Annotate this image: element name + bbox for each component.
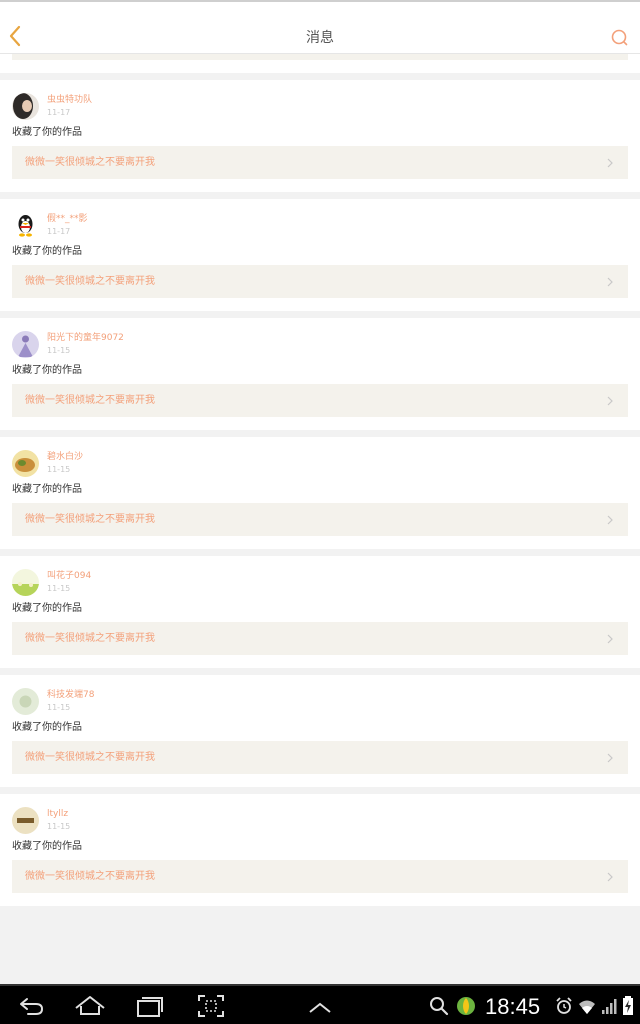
search-button[interactable] xyxy=(610,28,630,48)
screenshot-icon xyxy=(198,995,224,1017)
notification-action-text: 收藏了你的作品 xyxy=(12,603,82,614)
notification-card: ltyllz 11-15 收藏了你的作品微微一笑很倾城之不要离开我 xyxy=(0,794,640,906)
work-title: 微微一笑很倾城之不要离开我 xyxy=(25,395,155,406)
notification-card: 科技发端78 11-15 收藏了你的作品微微一笑很倾城之不要离开我 xyxy=(0,675,640,787)
work-link[interactable]: 微微一笑很倾城之不要离开我 xyxy=(12,503,628,536)
chevron-up-icon xyxy=(309,1002,331,1013)
chevron-right-icon xyxy=(607,872,613,882)
username-link[interactable]: 虫虫特功队 xyxy=(47,94,92,106)
work-link[interactable]: 微微一笑很倾城之不要离开我 xyxy=(12,622,628,655)
work-link[interactable]: 微微一笑很倾城之不要离开我 xyxy=(12,146,628,179)
avatar[interactable] xyxy=(12,569,39,596)
system-menu-up-button[interactable] xyxy=(306,992,334,1020)
avatar[interactable] xyxy=(12,450,39,477)
username-link[interactable]: 阳光下的童年9072 xyxy=(47,332,124,344)
avatar[interactable] xyxy=(12,93,39,120)
search-icon xyxy=(611,29,628,46)
notification-card: 叫花子094 11-15 收藏了你的作品微微一笑很倾城之不要离开我 xyxy=(0,556,640,668)
notification-card: 11-17收藏了你的作品微微一笑很倾城之不要离开我 xyxy=(0,54,640,73)
wifi-icon xyxy=(577,995,597,1021)
system-recent-apps-button[interactable] xyxy=(135,992,165,1020)
avatar[interactable] xyxy=(12,807,39,834)
notification-action-text: 收藏了你的作品 xyxy=(12,722,82,733)
notification-date: 11-15 xyxy=(47,584,71,593)
username-link[interactable]: 叫花子094 xyxy=(47,570,91,582)
username-link[interactable]: ltyllz xyxy=(47,808,68,820)
username-link[interactable]: 科技发端78 xyxy=(47,689,94,701)
notification-action-text: 收藏了你的作品 xyxy=(12,246,82,257)
work-title: 微微一笑很倾城之不要离开我 xyxy=(25,633,155,644)
notification-card: 碧水白沙 11-15 收藏了你的作品微微一笑很倾城之不要离开我 xyxy=(0,437,640,549)
work-title: 微微一笑很倾城之不要离开我 xyxy=(25,514,155,525)
notification-date: 11-17 xyxy=(47,108,71,117)
recent-apps-icon xyxy=(137,997,163,1017)
notification-date: 11-15 xyxy=(47,346,71,355)
app-notification-icon xyxy=(456,995,476,1021)
notification-action-text: 收藏了你的作品 xyxy=(12,841,82,852)
alarm-icon xyxy=(555,995,573,1021)
work-link[interactable]: 微微一笑很倾城之不要离开我 xyxy=(12,384,628,417)
system-navigation-bar: 18:45 xyxy=(0,984,640,1024)
app-header: 消息 xyxy=(0,0,640,54)
status-clock: 18:45 xyxy=(485,994,541,1019)
chevron-right-icon xyxy=(607,396,613,406)
username-link[interactable]: 假**_**影 xyxy=(47,213,88,225)
notification-date: 11-15 xyxy=(47,822,71,831)
notification-action-text: 收藏了你的作品 xyxy=(12,484,82,495)
notification-card: 假**_**影 11-17 收藏了你的作品微微一笑很倾城之不要离开我 xyxy=(0,199,640,311)
work-link[interactable]: 微微一笑很倾城之不要离开我 xyxy=(12,860,628,893)
work-title: 微微一笑很倾城之不要离开我 xyxy=(25,871,155,882)
notification-card: 虫虫特功队 11-17 收藏了你的作品微微一笑很倾城之不要离开我 xyxy=(0,80,640,192)
work-link[interactable]: 微微一笑很倾城之不要离开我 xyxy=(12,265,628,298)
chevron-right-icon xyxy=(607,753,613,763)
search-status-icon xyxy=(429,995,449,1021)
notification-action-text: 收藏了你的作品 xyxy=(12,127,82,138)
home-icon xyxy=(75,996,105,1015)
page-title: 消息 xyxy=(306,30,334,46)
screenshot-button[interactable] xyxy=(196,992,226,1020)
system-home-button[interactable] xyxy=(73,992,107,1020)
system-back-button[interactable] xyxy=(16,992,46,1020)
chevron-right-icon xyxy=(607,515,613,525)
chevron-right-icon xyxy=(607,634,613,644)
work-title: 微微一笑很倾城之不要离开我 xyxy=(25,752,155,763)
message-list-scroll: 11-17收藏了你的作品微微一笑很倾城之不要离开我虫虫特功队11-17收藏了你的… xyxy=(0,54,640,913)
battery-charging-icon xyxy=(622,995,634,1021)
notification-date: 11-17 xyxy=(47,227,71,236)
signal-icon xyxy=(601,995,617,1021)
chevron-right-icon xyxy=(607,158,613,168)
notification-date: 11-15 xyxy=(47,465,71,474)
message-list[interactable]: 11-17收藏了你的作品微微一笑很倾城之不要离开我虫虫特功队11-17收藏了你的… xyxy=(0,54,640,984)
avatar[interactable] xyxy=(12,331,39,358)
work-link[interactable]: 微微一笑很倾城之不要离开我 xyxy=(12,54,628,60)
work-title: 微微一笑很倾城之不要离开我 xyxy=(25,276,155,287)
notification-card: 阳光下的童年9072 11-15 收藏了你的作品微微一笑很倾城之不要离开我 xyxy=(0,318,640,430)
work-title: 微微一笑很倾城之不要离开我 xyxy=(25,157,155,168)
chevron-right-icon xyxy=(607,277,613,287)
username-link[interactable]: 碧水白沙 xyxy=(47,451,83,463)
notification-action-text: 收藏了你的作品 xyxy=(12,365,82,376)
avatar[interactable] xyxy=(12,688,39,715)
notification-date: 11-15 xyxy=(47,703,71,712)
work-link[interactable]: 微微一笑很倾城之不要离开我 xyxy=(12,741,628,774)
avatar[interactable] xyxy=(12,212,39,239)
back-arrow-icon xyxy=(20,998,43,1015)
